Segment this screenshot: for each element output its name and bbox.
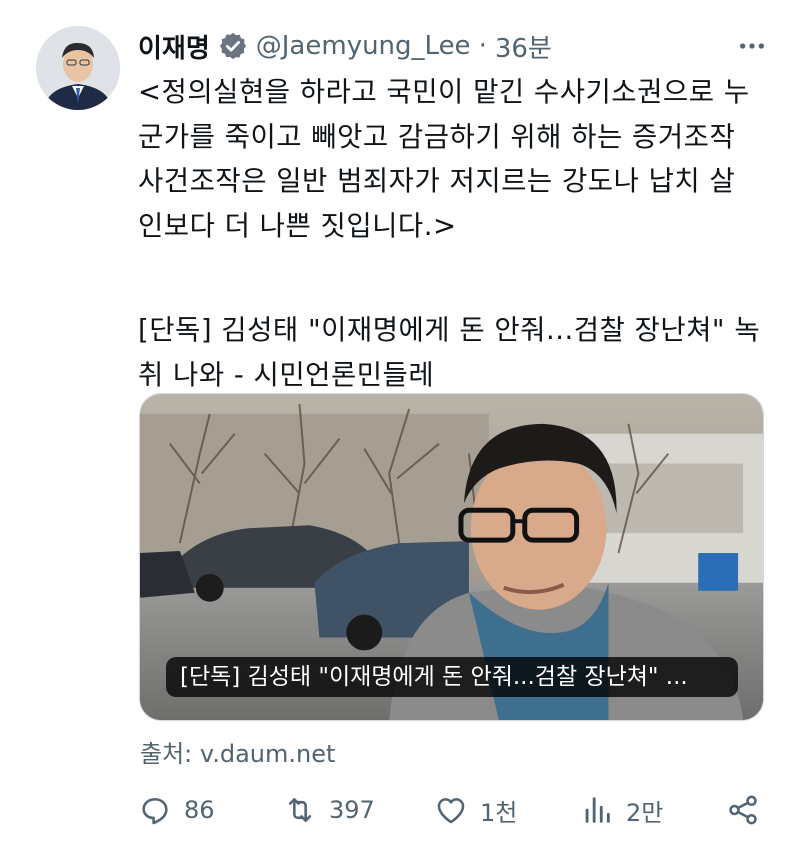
reply-button[interactable]: 86 (138, 790, 215, 830)
heart-icon (437, 798, 465, 824)
like-button[interactable]: 1천 (434, 790, 517, 830)
author-handle[interactable]: @Jaemyung_Lee (256, 31, 471, 61)
profile-photo (36, 26, 120, 110)
retweet-button[interactable]: 397 (283, 790, 375, 830)
avatar[interactable] (36, 26, 120, 110)
verified-badge-icon (218, 31, 248, 61)
like-count: 1천 (480, 798, 518, 827)
tweet-text-line: 사건조작은 일반 범죄자가 저지르는 강도나 납치 살 (138, 165, 736, 197)
analytics-icon (585, 797, 610, 823)
tweet-body: <정의실현을 하라고 국민이 맡긴 수사기소권으로 누 군가를 죽이고 빼앗고 … (138, 70, 768, 397)
retweet-icon (288, 798, 312, 822)
link-title-line: [단독] 김성태 "이재명에게 돈 안줘...검찰 장난쳐" 녹 (138, 314, 761, 346)
link-title-line: 취 나와 - 시민언론민들레 (138, 358, 435, 391)
tweet-text-line: 군가를 죽이고 빼앗고 감금하기 위해 하는 증거조작 (138, 120, 736, 153)
card-source[interactable]: 출처: v.daum.net (140, 734, 335, 769)
author-name[interactable]: 이재명 (138, 28, 210, 65)
reply-icon (142, 798, 168, 825)
action-bar: 86 397 1천 2만 (138, 790, 768, 830)
reply-count: 86 (184, 796, 215, 824)
card-caption: [단독] 김성태 "이재명에게 돈 안줘...검찰 장난쳐" ... (166, 657, 738, 697)
more-horizontal-icon[interactable] (732, 28, 772, 64)
retweet-count: 397 (329, 796, 375, 824)
tweet-text-line: <정의실현을 하라고 국민이 맡긴 수사기소권으로 누 (138, 76, 750, 108)
link-card[interactable]: [단독] 김성태 "이재명에게 돈 안줘...검찰 장난쳐" ... (139, 393, 764, 721)
views-button[interactable]: 2만 (580, 790, 663, 830)
separator-dot: · (478, 31, 487, 61)
tweet-time[interactable]: 36분 (495, 28, 552, 65)
views-count: 2만 (626, 798, 664, 827)
share-icon (729, 795, 757, 825)
tweet-header: 이재명 @Jaemyung_Lee · 36분 (138, 24, 772, 68)
tweet-text-line: 인보다 더 나쁜 짓입니다.> (138, 209, 457, 242)
share-button[interactable] (726, 790, 772, 830)
